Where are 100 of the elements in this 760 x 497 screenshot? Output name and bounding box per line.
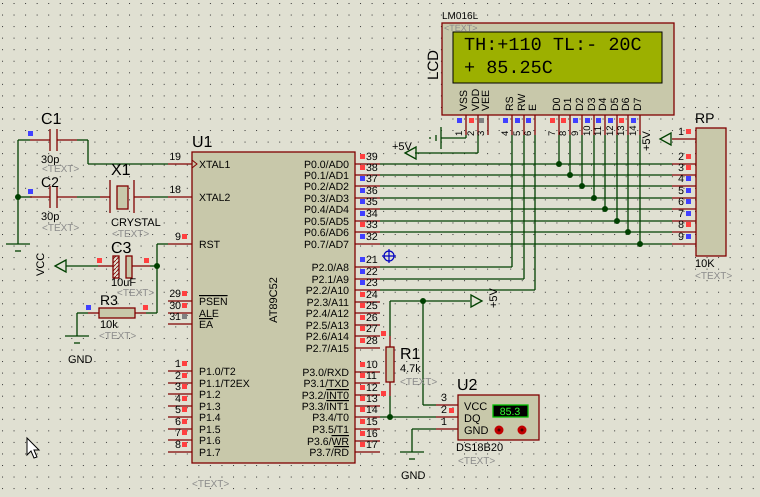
pin-label: VCC <box>464 401 488 413</box>
pin-number: 17 <box>366 439 378 451</box>
property-text: <TEXT> <box>42 223 80 234</box>
pin-number: 23 <box>366 277 378 289</box>
pin-number: 7 <box>678 208 684 220</box>
part-reference: R1 <box>400 346 420 363</box>
wire <box>66 265 98 267</box>
pin-number: 2 <box>441 404 447 416</box>
pin-label: D7 <box>632 98 644 111</box>
pin-label: D3 <box>586 98 598 111</box>
pin-label: P0.0/AD0 <box>304 159 349 171</box>
junction-dot <box>614 218 620 224</box>
temperature-reading: 85.3 <box>500 406 520 418</box>
pin-number: 12 <box>605 125 616 136</box>
pin-label: XTAL2 <box>199 192 230 204</box>
pin-number: 15 <box>366 416 378 428</box>
pin-number: 36 <box>366 185 378 197</box>
pin-label: P1.1/T2EX <box>199 378 250 390</box>
pin-number: 13 <box>616 125 627 136</box>
terminal-label: +5V <box>392 141 412 153</box>
pin-number: 21 <box>366 254 378 266</box>
pin-number: 26 <box>366 312 378 324</box>
pin-label: E <box>527 104 539 111</box>
junction-dot <box>591 195 597 201</box>
pin-label: P3.1/TXD <box>303 378 349 390</box>
resistor-symbol <box>88 307 146 319</box>
pin-label: RST <box>199 239 220 251</box>
pin-label: D2 <box>574 98 586 111</box>
part-value: 10uF <box>111 277 136 289</box>
pin-label: GND <box>464 425 488 437</box>
pin-number: 14 <box>628 125 639 136</box>
pin-number: 7 <box>175 427 181 439</box>
property-text: <TEXT> <box>99 331 136 342</box>
junction-dot <box>154 263 160 269</box>
pin-label: P2.6/A14 <box>306 331 349 343</box>
pin-number: 6 <box>523 130 534 136</box>
pin-label: P3.4/T0 <box>312 412 349 424</box>
part-value: 10k <box>100 319 118 331</box>
terminal-label: +5V <box>641 131 653 151</box>
lcd-text-line: TH:+110 TL:- 20C <box>464 35 642 56</box>
pin-number: 14 <box>366 404 378 416</box>
power-terminal-symbol <box>658 132 672 146</box>
pin-number: 1 <box>454 130 465 136</box>
property-text: <TEXT> <box>458 456 496 467</box>
round-button[interactable] <box>518 426 526 434</box>
pin-number: 24 <box>366 289 378 301</box>
pin-number: 4 <box>175 393 181 405</box>
capacitor-symbol <box>30 129 77 151</box>
pin-number: 32 <box>366 231 378 243</box>
pin-label: P1.5 <box>199 424 221 436</box>
pin-label: PSEN <box>199 296 228 308</box>
pin-number: 12 <box>366 382 378 394</box>
pin-label: P2.5/A13 <box>306 320 349 332</box>
power-terminal-symbol <box>54 258 67 274</box>
pin-number: 4 <box>500 130 511 136</box>
part-name: AT89C52 <box>268 277 280 323</box>
terminal-label: VCC <box>35 252 47 276</box>
pin-number: 6 <box>175 416 181 428</box>
pin-number: 7 <box>547 130 558 136</box>
pin-number: 1 <box>441 416 447 428</box>
part-name: DS18B20 <box>456 442 504 454</box>
pin-label: P3.3/INT1 <box>302 401 349 413</box>
pin-label: D0 <box>551 98 563 111</box>
pin-number: 37 <box>366 173 378 185</box>
part-reference: C2 <box>41 174 59 190</box>
pin-label: VSS <box>458 90 470 111</box>
pin-number: 2 <box>678 151 684 163</box>
pin-label: P3.7/RD <box>309 447 349 459</box>
pin-number: 30 <box>169 300 181 312</box>
junction-dot <box>387 414 393 420</box>
pin-number: 28 <box>366 335 378 347</box>
pin-number: 1 <box>175 358 181 370</box>
pin-label: P1.6 <box>199 435 221 447</box>
resistor-symbol <box>385 336 395 396</box>
crystal-symbol <box>100 180 150 213</box>
junction-dot <box>637 241 643 247</box>
part-reference: RP <box>695 110 714 126</box>
mouse-pointer-icon <box>26 436 40 459</box>
pin-number: 34 <box>366 208 378 220</box>
terminal-label: +5V <box>488 288 500 308</box>
sensor-display <box>492 404 529 418</box>
pin-number: 4 <box>678 173 684 185</box>
pin-number: 27 <box>366 323 378 335</box>
pin-label: P2.7/A15 <box>306 343 349 355</box>
part-reference: C3 <box>111 240 132 257</box>
pin-label: D1 <box>562 98 574 111</box>
pin-label: P1.4 <box>199 412 221 424</box>
pin-label: P1.3 <box>199 401 221 413</box>
pin-label: VDD <box>470 88 482 111</box>
pin-label: P0.2/AD2 <box>304 181 349 193</box>
round-button[interactable] <box>494 426 504 434</box>
part-reference: U1 <box>192 134 212 151</box>
terminal-label: GND <box>401 470 426 482</box>
pin-number: 39 <box>366 151 378 163</box>
pin-number: 9 <box>570 130 581 136</box>
ground-symbol <box>6 243 30 252</box>
junction-dot <box>556 161 562 167</box>
junction-dot <box>420 298 426 304</box>
pin-label: D5 <box>609 98 621 111</box>
pin-number: 9 <box>175 231 181 243</box>
